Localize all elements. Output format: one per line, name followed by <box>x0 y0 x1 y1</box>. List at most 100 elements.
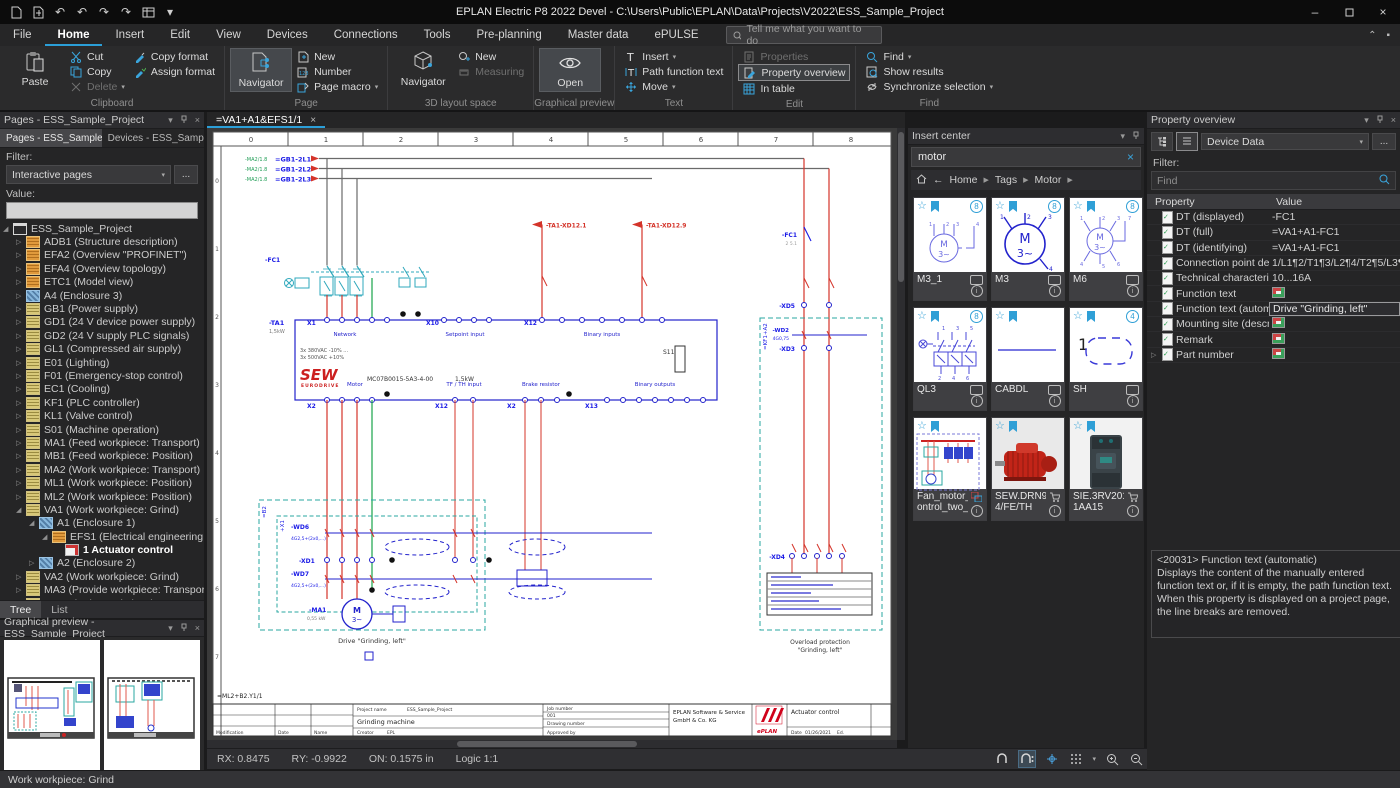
properties-button[interactable]: Properties <box>738 49 850 64</box>
favorite-star-icon[interactable]: ☆ <box>995 309 1005 322</box>
tree-item[interactable]: MA1 (Feed workpiece: Transport) <box>0 436 204 449</box>
zoom-out-icon[interactable] <box>1128 751 1144 767</box>
tree-expander[interactable] <box>42 533 52 541</box>
crumb-tags[interactable]: Tags <box>995 174 1017 186</box>
back-icon[interactable]: ← <box>933 174 944 186</box>
tell-me-search-input[interactable]: Tell me what you want to do <box>726 26 882 44</box>
menu-tab-view[interactable]: View <box>203 24 254 46</box>
panel-dropdown-icon[interactable]: ▾ <box>1364 115 1369 126</box>
property-more-button[interactable]: ... <box>1372 133 1396 150</box>
tree-item[interactable]: KF1 (PLC controller) <box>0 396 204 409</box>
tree-item[interactable]: VA1 (Work workpiece: Grind) <box>0 503 204 516</box>
panel-close-icon[interactable]: × <box>1391 115 1396 125</box>
snap-to-object-icon[interactable] <box>994 751 1010 767</box>
editor-horizontal-scrollbar[interactable] <box>207 740 897 748</box>
crumb-home[interactable]: Home <box>950 174 978 186</box>
tree-expander[interactable] <box>16 251 26 259</box>
macro-card-fan-motor[interactable]: ☆ Fan_motor_control_two_... i <box>913 417 987 521</box>
collapse-ribbon-icon[interactable]: ⌃ <box>1368 30 1376 41</box>
snap-to-grid-icon[interactable] <box>1018 750 1036 768</box>
tree-expander[interactable] <box>16 466 26 474</box>
close-button[interactable]: × <box>1366 0 1400 24</box>
menu-tab-master-data[interactable]: Master data <box>555 24 642 46</box>
tree-item[interactable]: GL1 (Compressed air supply) <box>0 343 204 356</box>
page-number-button[interactable]: 123Number <box>292 64 382 79</box>
tree-expander[interactable] <box>16 305 26 313</box>
tree-item[interactable]: A4 (Enclosure 3) <box>0 289 204 302</box>
page-new-button[interactable]: New <box>292 49 382 64</box>
tree-expander[interactable] <box>16 439 26 447</box>
property-row[interactable]: ▷ Technical characteristics 10...16A <box>1147 271 1400 286</box>
panel-pin-icon[interactable] <box>1376 115 1384 126</box>
tree-expander[interactable] <box>16 238 26 246</box>
preview-thumbnail-1[interactable] <box>4 640 100 771</box>
paste-button[interactable]: Paste <box>5 48 65 90</box>
tree-expander[interactable] <box>16 452 26 460</box>
tree-item[interactable]: VA2 (Work workpiece: Grind) <box>0 570 204 583</box>
qat-customize-icon[interactable]: ▾ <box>162 4 178 20</box>
tree-expander[interactable] <box>3 225 13 233</box>
new-page-icon[interactable] <box>8 4 24 20</box>
property-scheme-combo[interactable]: Device Data ▾ <box>1201 133 1369 150</box>
path-function-text-button[interactable]: TPath function text <box>620 64 727 79</box>
tree-item[interactable]: E01 (Lighting) <box>0 356 204 369</box>
symbol-card-m6[interactable]: ☆ 8 M 3~ 1234567 M6 i <box>1069 197 1143 301</box>
tree-item[interactable]: KL1 (Valve control) <box>0 409 204 422</box>
find-button[interactable]: Find▾ <box>861 49 997 64</box>
property-row[interactable]: ▷ DT (full) =VA1+A1-FC1 <box>1147 225 1400 240</box>
filter-more-button[interactable]: ... <box>174 165 198 184</box>
info-icon[interactable]: i <box>971 395 983 407</box>
property-row[interactable]: ▷ DT (displayed) -FC1 <box>1147 210 1400 225</box>
tree-expander[interactable] <box>16 278 26 286</box>
grid-dropdown-icon[interactable]: ▾ <box>1092 755 1096 763</box>
favorite-star-icon[interactable]: ☆ <box>917 309 927 322</box>
undo-small-icon[interactable]: ↶ <box>52 4 68 20</box>
symbol-card-cabdl[interactable]: ☆ CABDL i <box>991 307 1065 411</box>
copy-button[interactable]: Copy <box>65 64 129 79</box>
schematic-canvas[interactable]: 01 23 45 67 8 01 23 45 67 -MA2/1.8 =GB1-… <box>207 128 897 740</box>
property-row[interactable]: ▷ Remark <box>1147 332 1400 347</box>
menu-tab-devices[interactable]: Devices <box>254 24 321 46</box>
graphical-preview-open-button[interactable]: Open <box>539 48 601 92</box>
tree-expander[interactable] <box>29 519 39 527</box>
tree-item[interactable]: ML2 (Work workpiece: Position) <box>0 490 204 503</box>
tree-expander[interactable] <box>16 332 26 340</box>
redo-small-icon[interactable]: ↷ <box>118 4 134 20</box>
menu-tab-tools[interactable]: Tools <box>411 24 464 46</box>
favorite-star-icon[interactable]: ☆ <box>917 199 927 212</box>
tree-item[interactable]: ADB1 (Structure description) <box>0 235 204 248</box>
tree-expander[interactable] <box>16 426 26 434</box>
page-navigator-button[interactable]: Navigator <box>230 48 292 92</box>
macro-variant-icon[interactable] <box>971 492 982 505</box>
tree-expander[interactable] <box>16 372 26 380</box>
list-view-icon[interactable] <box>1176 132 1198 151</box>
open-page-icon[interactable] <box>30 4 46 20</box>
synchronize-selection-button[interactable]: Synchronize selection▾ <box>861 79 997 94</box>
tree-item[interactable]: ESS_Sample_Project <box>0 222 204 235</box>
property-row[interactable]: ▷ Connection point desi... 1/L1¶2/T1¶3/L… <box>1147 256 1400 271</box>
property-overview-button[interactable]: Property overview <box>738 64 850 81</box>
bookmark-icon[interactable] <box>1087 311 1095 322</box>
info-icon[interactable]: i <box>1127 505 1139 517</box>
panel-dropdown-icon[interactable]: ▾ <box>168 115 173 126</box>
home-icon[interactable] <box>916 174 927 187</box>
part-card-sie-breaker[interactable]: ☆ SIE.3RV2011-1AA15 i <box>1069 417 1143 521</box>
tree-expander[interactable] <box>16 479 26 487</box>
copy-format-button[interactable]: Copy format <box>129 49 219 64</box>
menu-tab-file[interactable]: File <box>0 24 45 46</box>
delete-button[interactable]: Delete▾ <box>65 79 129 94</box>
info-icon[interactable]: i <box>1049 505 1061 517</box>
tree-item[interactable]: EFA2 (Overview "PROFINET") <box>0 249 204 262</box>
tab-close-icon[interactable]: × <box>310 115 316 126</box>
schematic-editor[interactable]: 01 23 45 67 8 01 23 45 67 -MA2/1.8 =GB1-… <box>207 128 897 740</box>
tree-item[interactable]: EC1 (Cooling) <box>0 383 204 396</box>
variant-icon[interactable] <box>1126 385 1139 395</box>
tree-item[interactable]: GD1 (24 V device power supply) <box>0 316 204 329</box>
assign-format-button[interactable]: Assign format <box>129 64 219 79</box>
tree-item[interactable]: GD2 (24 V supply PLC signals) <box>0 329 204 342</box>
tree-expander[interactable] <box>16 586 26 594</box>
clear-search-icon[interactable]: × <box>1127 150 1134 164</box>
3d-new-button[interactable]: New <box>453 49 528 64</box>
tree-item[interactable]: EFS1 (Electrical engineering schem... <box>0 530 204 543</box>
property-row[interactable]: ▷ Mounting site (describ... <box>1147 317 1400 332</box>
